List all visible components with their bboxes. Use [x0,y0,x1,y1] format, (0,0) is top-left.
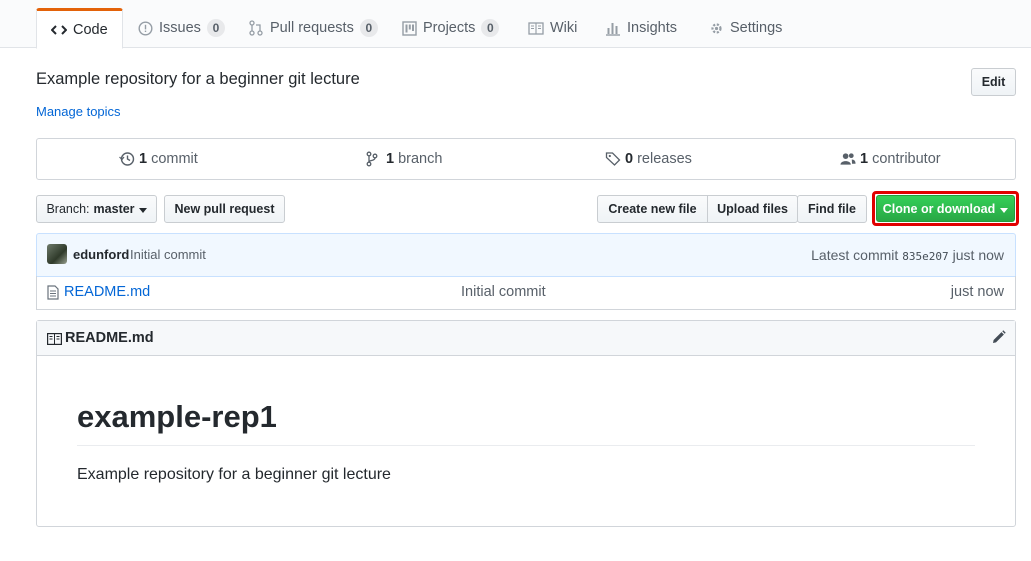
tab-insights[interactable]: Insights [591,8,691,48]
branches-label: branch [398,151,443,167]
repo-description: Example repository for a beginner git le… [36,70,360,88]
avatar[interactable] [47,244,67,264]
history-icon [119,151,135,167]
people-icon [840,151,856,167]
contributors-stat[interactable]: 1 contributor [840,139,941,179]
branch-name: master [93,202,135,216]
projects-counter: 0 [481,19,500,37]
branch-prefix: Branch: [46,202,90,216]
readme-header: README.md [37,321,1015,356]
tab-code[interactable]: Code [36,8,123,49]
tab-wiki[interactable]: Wiki [514,8,591,48]
file-commit-message[interactable]: Initial commit [461,284,546,300]
gear-icon [708,20,724,36]
tab-pull-requests[interactable]: Pull requests 0 [234,8,392,48]
commit-sha[interactable]: 835e207 [902,250,948,263]
tab-label: Code [73,21,108,38]
readme-heading: example-rep1 [77,399,277,434]
contributors-label: contributor [872,151,941,167]
releases-label: releases [637,151,692,167]
readme-heading-divider [77,445,975,446]
file-row: README.md Initial commit just now [36,276,1016,310]
readme-panel: README.md example-rep1 Example repositor… [36,320,1016,527]
commit-time: just now [952,247,1004,263]
branch-select-button[interactable]: Branch: master [36,195,157,223]
branches-count: 1 [386,151,395,167]
graph-icon [605,20,621,36]
releases-stat[interactable]: 0 releases [605,139,692,179]
book-icon [47,332,63,348]
branch-icon [366,151,382,167]
tab-label: Pull requests [270,20,354,36]
tab-projects[interactable]: Projects 0 [387,8,513,48]
file-name-link[interactable]: README.md [64,284,150,300]
upload-files-button[interactable]: Upload files [707,195,798,223]
caret-down-icon [138,202,147,216]
new-pull-request-button[interactable]: New pull request [164,195,285,223]
book-icon [528,20,544,36]
commit-author[interactable]: edunford [73,247,129,262]
pull-request-icon [248,20,264,36]
tag-icon [605,151,621,167]
tab-settings[interactable]: Settings [694,8,796,48]
releases-count: 0 [625,151,634,167]
tab-label: Projects [423,20,476,36]
readme-file-label: README.md [65,330,154,346]
tab-issues[interactable]: Issues 0 [123,8,239,48]
find-file-button[interactable]: Find file [797,195,867,223]
branches-stat[interactable]: 1 branch [366,139,442,179]
clone-label: Clone or download [882,201,996,216]
commit-tease: edunford Initial commit Latest commit 83… [36,233,1016,277]
pull-requests-counter: 0 [359,19,378,37]
code-icon [51,22,67,38]
tab-label: Insights [627,20,677,36]
latest-commit-info: Latest commit 835e207 just now [811,247,1004,263]
manage-topics-link[interactable]: Manage topics [36,104,121,119]
create-new-file-button[interactable]: Create new file [597,195,708,223]
pencil-icon[interactable] [991,330,1006,348]
tab-label: Issues [159,20,201,36]
issues-counter: 0 [206,19,225,37]
project-icon [401,20,417,36]
repo-stats-bar: 1 commit 1 branch 0 releases 1 contribut… [36,138,1016,180]
latest-commit-label: Latest commit [811,247,899,263]
clone-highlight-box: Clone or download [872,191,1019,226]
edit-button[interactable]: Edit [971,68,1016,96]
caret-down-icon [1000,202,1009,216]
file-age: just now [950,284,1004,300]
clone-or-download-button[interactable]: Clone or download [876,195,1015,222]
contributors-count: 1 [860,151,869,167]
repo-nav: Code Issues 0 Pull requests 0 Projects 0… [0,0,1031,49]
commits-stat[interactable]: 1 commit [119,139,198,179]
commits-label: commit [151,151,198,167]
commit-message[interactable]: Initial commit [130,247,206,262]
tab-label: Wiki [550,20,578,36]
readme-body: Example repository for a beginner git le… [77,466,391,483]
file-icon [47,285,59,303]
commits-count: 1 [139,151,148,167]
issue-icon [137,20,153,36]
tab-label: Settings [730,20,783,36]
